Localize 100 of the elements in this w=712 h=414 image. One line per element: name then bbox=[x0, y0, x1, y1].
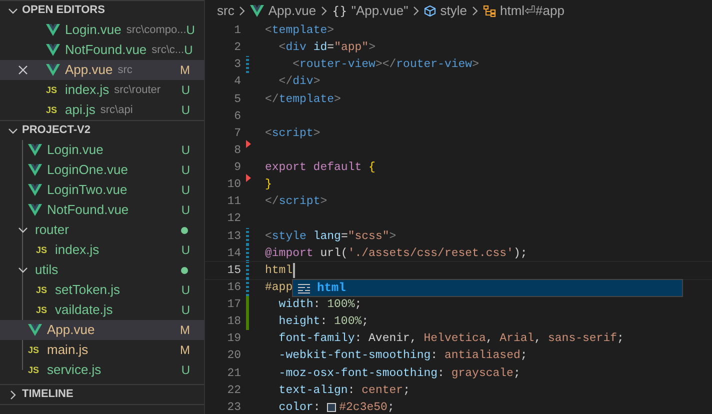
code-token: -moz-osx-font-smoothing bbox=[278, 366, 438, 382]
chevron-down-icon bbox=[8, 126, 18, 136]
snippet-icon bbox=[297, 282, 311, 294]
code-token: > bbox=[334, 92, 341, 108]
line-number: 1 bbox=[233, 23, 241, 39]
git-status: U bbox=[184, 42, 193, 59]
file-item[interactable]: App.vue M bbox=[0, 320, 204, 340]
chevron-right-icon bbox=[412, 6, 420, 16]
chevron-down-icon bbox=[8, 6, 18, 16]
folder-name: router bbox=[35, 221, 69, 240]
line-number: 6 bbox=[233, 108, 241, 125]
chevron-down-icon bbox=[18, 265, 28, 275]
code-token: ; bbox=[513, 366, 520, 382]
git-status: U bbox=[181, 102, 190, 119]
open-editor-item[interactable]: JS api.js src\api U bbox=[0, 100, 204, 120]
deleted-line-marker bbox=[246, 140, 251, 148]
chevron-down-icon bbox=[18, 225, 28, 235]
code-token: template bbox=[278, 92, 334, 108]
file-item[interactable]: JS setToken.js U bbox=[0, 280, 204, 300]
file-item[interactable]: JS main.js M bbox=[0, 340, 204, 360]
code-token: </ bbox=[265, 92, 279, 108]
code-token: > bbox=[313, 74, 320, 90]
js-icon: JS bbox=[36, 286, 50, 294]
code-token: router-view bbox=[396, 57, 472, 74]
file-item[interactable]: LoginOne.vue U bbox=[0, 160, 204, 180]
code-token: style bbox=[272, 228, 306, 244]
vue-logo-icon bbox=[28, 184, 42, 196]
breadcrumb-item[interactable]: "App.vue" bbox=[351, 1, 408, 21]
suggestion-item[interactable]: html bbox=[293, 280, 682, 296]
code-token: id bbox=[312, 40, 328, 56]
code-token: @import bbox=[265, 246, 314, 262]
file-name: Login.vue bbox=[65, 21, 122, 40]
git-status: M bbox=[180, 342, 190, 359]
code-token: > bbox=[320, 194, 328, 210]
cube-icon bbox=[424, 5, 436, 17]
vue-logo-icon bbox=[250, 5, 264, 17]
vue-logo-icon bbox=[46, 64, 60, 76]
file-item[interactable]: Login.vue U bbox=[0, 140, 204, 160]
code-token: </ bbox=[265, 194, 279, 210]
open-editor-item[interactable]: App.vue src M bbox=[0, 60, 204, 80]
hierarchy-icon bbox=[483, 5, 496, 17]
file-path: src bbox=[118, 62, 132, 78]
line-number: 18 bbox=[226, 314, 241, 330]
code-token: ; bbox=[387, 400, 394, 414]
code-token: < bbox=[265, 126, 272, 142]
line-number: 17 bbox=[226, 297, 241, 313]
code-token: < bbox=[292, 57, 300, 74]
file-item[interactable]: JS service.js U bbox=[0, 360, 204, 380]
vue-logo-icon bbox=[28, 144, 42, 156]
code-token: script bbox=[272, 126, 314, 142]
git-status: U bbox=[181, 82, 190, 99]
file-item[interactable]: NotFound.vue U bbox=[0, 200, 204, 220]
code-token: font-family bbox=[278, 331, 355, 348]
code-token: : bbox=[438, 366, 446, 382]
file-item[interactable]: JS vaildate.js U bbox=[0, 300, 204, 320]
js-icon: JS bbox=[28, 366, 42, 374]
file-name: LoginTwo.vue bbox=[47, 181, 128, 200]
open-editor-item[interactable]: Login.vue src\compo...U bbox=[0, 20, 204, 40]
file-item[interactable]: LoginTwo.vue U bbox=[0, 180, 204, 200]
js-icon: JS bbox=[46, 86, 60, 94]
code-token: ></ bbox=[375, 57, 396, 74]
git-status: U bbox=[181, 182, 190, 199]
section-header[interactable]: PROJECT-V2 bbox=[0, 120, 204, 140]
open-editor-item[interactable]: JS index.js src\router U bbox=[0, 80, 204, 100]
section-header[interactable]: TIMELINE bbox=[0, 384, 204, 404]
line-number: 15 bbox=[226, 262, 241, 279]
code-token: < bbox=[265, 23, 272, 39]
file-name: main.js bbox=[47, 341, 88, 360]
file-name: index.js bbox=[55, 241, 100, 260]
file-name: App.vue bbox=[65, 61, 113, 80]
code-token: export default bbox=[265, 160, 362, 176]
code-token: : bbox=[313, 297, 322, 313]
code-token: ; bbox=[354, 297, 362, 313]
code-token: 100% bbox=[334, 314, 362, 330]
folder-item[interactable]: router bbox=[0, 220, 204, 240]
breadcrumb-item[interactable]: html⏎#app bbox=[500, 1, 564, 21]
breadcrumb-item[interactable]: App.vue bbox=[268, 1, 316, 21]
code-token: grayscale bbox=[451, 366, 514, 382]
file-item[interactable]: JS index.js U bbox=[0, 240, 204, 260]
breadcrumb-item[interactable]: style bbox=[440, 1, 467, 21]
git-status: U bbox=[181, 282, 190, 299]
code-token: 100% bbox=[327, 297, 355, 313]
code-token: text-align bbox=[278, 382, 348, 399]
open-editor-item[interactable]: NotFound.vue src\c...U bbox=[0, 40, 204, 60]
section-header[interactable]: OPEN EDITORS bbox=[0, 0, 204, 20]
color-swatch[interactable] bbox=[327, 402, 336, 412]
code-token: router-view bbox=[300, 57, 376, 74]
folder-item[interactable]: utils bbox=[0, 260, 204, 280]
file-name: Login.vue bbox=[47, 141, 104, 160]
braces-icon: {} bbox=[332, 2, 348, 20]
git-status: U bbox=[181, 242, 190, 259]
code-token: > bbox=[472, 57, 479, 74]
code-token: #app bbox=[265, 280, 293, 296]
code-token: width bbox=[278, 297, 314, 313]
code-token: url( bbox=[319, 246, 348, 262]
code-token: ); bbox=[513, 246, 528, 262]
line-number: 2 bbox=[233, 40, 241, 56]
code-token: Arial bbox=[500, 331, 534, 348]
line-number: 19 bbox=[226, 331, 241, 348]
breadcrumb-item[interactable]: src bbox=[217, 1, 234, 21]
